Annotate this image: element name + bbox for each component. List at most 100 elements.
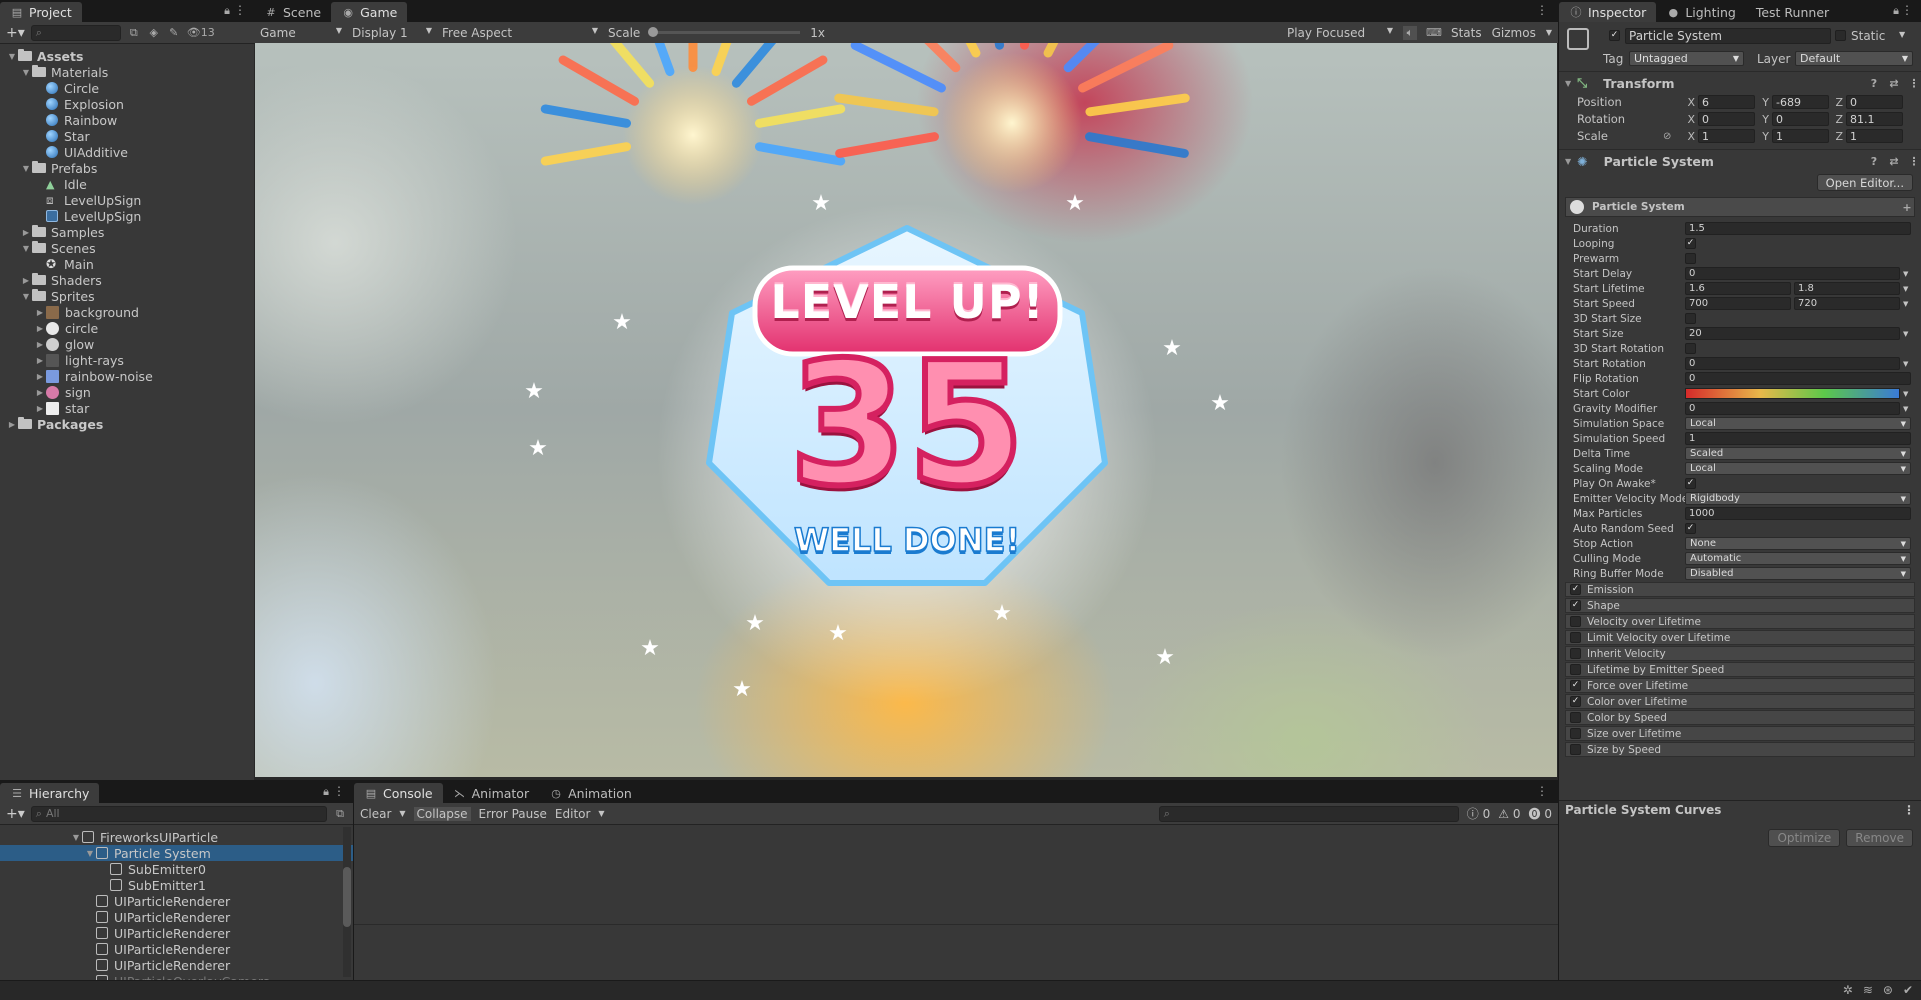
editor-dropdown[interactable]: Editor	[555, 807, 591, 821]
chevron-down-icon[interactable]: ▼	[20, 68, 32, 77]
ps-checkbox[interactable]	[1685, 253, 1696, 264]
transform-header[interactable]: ▼ ⤡ Transform ? ⇄ ⋮	[1559, 72, 1921, 94]
chevron-down-icon[interactable]: ▼	[20, 292, 32, 301]
rotation-y-field[interactable]: 0	[1772, 112, 1829, 126]
clear-button[interactable]: Clear	[360, 807, 391, 821]
hierarchy-item[interactable]: SubEmitter1	[0, 877, 353, 893]
ps-checkbox[interactable]	[1685, 313, 1696, 324]
curve-mode-dropdown-icon[interactable]: ▼	[1903, 405, 1911, 413]
position-z-field[interactable]: 0	[1846, 95, 1903, 109]
module-enable-checkbox[interactable]: ✓	[1570, 600, 1581, 611]
module-enable-checkbox[interactable]	[1570, 616, 1581, 627]
ps-value-field[interactable]: 0	[1685, 267, 1900, 280]
module-enable-checkbox[interactable]	[1570, 712, 1581, 723]
project-tree-item[interactable]: ▶ sign	[0, 384, 254, 400]
ps-module-header[interactable]: Inherit Velocity	[1565, 646, 1915, 661]
ps-value-field[interactable]: 720	[1794, 297, 1900, 310]
tab-lighting[interactable]: ● Lighting	[1656, 2, 1746, 22]
project-tree-item[interactable]: Rainbow	[0, 112, 254, 128]
rotation-z-field[interactable]: 81.1	[1846, 112, 1903, 126]
dropdown-arrow-icon[interactable]: ▼	[1899, 30, 1905, 39]
chevron-right-icon[interactable]: ▶	[20, 276, 32, 285]
module-enable-checkbox[interactable]: ✓	[1570, 680, 1581, 691]
ps-module-header[interactable]: Velocity over Lifetime	[1565, 614, 1915, 629]
ps-value-field[interactable]: 1000	[1685, 507, 1911, 520]
ps-module-header[interactable]: ✓ Emission	[1565, 582, 1915, 597]
module-enable-checkbox[interactable]	[1570, 632, 1581, 643]
ps-dropdown[interactable]: Scaled ▼	[1685, 447, 1911, 460]
particle-system-header[interactable]: ▼ ✺ Particle System ? ⇄ ⋮	[1559, 150, 1921, 172]
add-icon[interactable]: +▾	[6, 25, 25, 41]
hierarchy-item[interactable]: UIParticleRenderer	[0, 957, 353, 973]
project-tree-item[interactable]: Explosion	[0, 96, 254, 112]
project-tree-item[interactable]: ▶ light-rays	[0, 352, 254, 368]
tab-hierarchy[interactable]: ☰ Hierarchy	[0, 783, 100, 803]
help-icon[interactable]: ?	[1867, 154, 1881, 168]
ps-dropdown[interactable]: Local ▼	[1685, 417, 1911, 430]
console-log-area[interactable]	[354, 825, 1558, 925]
project-tree-item[interactable]: ▼ Sprites	[0, 288, 254, 304]
shortcuts-icon[interactable]: ⌨	[1426, 26, 1442, 40]
ps-dropdown[interactable]: Rigidbody ▼	[1685, 492, 1911, 505]
layer-dropdown[interactable]: Default ▼	[1795, 51, 1913, 66]
project-tree-item[interactable]: Circle	[0, 80, 254, 96]
tab-inspector[interactable]: ⓘ Inspector	[1559, 2, 1657, 22]
project-tree-item[interactable]: ▲ Idle	[0, 176, 254, 192]
project-tree-item[interactable]: Star	[0, 128, 254, 144]
ps-module-header[interactable]: Size by Speed	[1565, 742, 1915, 757]
ps-checkbox[interactable]	[1685, 343, 1696, 354]
chevron-down-icon[interactable]: ▼	[70, 833, 82, 842]
ps-value-field[interactable]: 1	[1685, 432, 1911, 445]
ps-dropdown[interactable]: None ▼	[1685, 537, 1911, 550]
tag-dropdown[interactable]: Untagged ▼	[1629, 51, 1744, 66]
active-checkbox[interactable]: ✓	[1609, 30, 1620, 41]
ps-value-field[interactable]: 1.5	[1685, 222, 1911, 235]
stats-button[interactable]: Stats	[1451, 26, 1482, 40]
tab-project[interactable]: ▤ Project	[0, 2, 82, 22]
remove-button[interactable]: Remove	[1846, 829, 1913, 847]
project-tree-item[interactable]: ▶ star	[0, 400, 254, 416]
ps-checkbox[interactable]: ✓	[1685, 478, 1696, 489]
module-enable-checkbox[interactable]: ✓	[1570, 584, 1581, 595]
console-search-input[interactable]: ⌕	[1158, 805, 1459, 822]
project-tree-item[interactable]: ▶ Shaders	[0, 272, 254, 288]
more-menu-icon[interactable]: ⋮	[1907, 76, 1921, 90]
preset-icon[interactable]: ⇄	[1887, 154, 1901, 168]
chevron-right-icon[interactable]: ▶	[34, 388, 46, 397]
help-icon[interactable]: ?	[1867, 76, 1881, 90]
ps-dropdown[interactable]: Local ▼	[1685, 462, 1911, 475]
play-focused-dropdown[interactable]: Play Focused ▼	[1287, 26, 1393, 40]
ps-dropdown[interactable]: Disabled ▼	[1685, 567, 1911, 580]
start-color-gradient[interactable]	[1685, 388, 1900, 399]
ps-value-field[interactable]: 1.8	[1794, 282, 1900, 295]
ps-module-header[interactable]: ✓ Color over Lifetime	[1565, 694, 1915, 709]
layers-icon[interactable]: ≋	[1863, 983, 1873, 997]
lock-icon[interactable]: 🔒︎	[1893, 4, 1899, 18]
display-dropdown[interactable]: Display 1 ▼	[352, 26, 432, 40]
game-mode-dropdown[interactable]: Game ▼	[260, 26, 342, 40]
game-viewport[interactable]: ★ ★ ★ ★ ★ ★ ★ ★ ★ ★ ★ ★ ★ LEVEL UP! 35 WELL DONE!	[255, 43, 1557, 777]
ps-dropdown[interactable]: Automatic ▼	[1685, 552, 1911, 565]
project-tree-item[interactable]: UIAdditive	[0, 144, 254, 160]
hierarchy-item[interactable]: UIParticleRenderer	[0, 893, 353, 909]
ps-module-header[interactable]: Size over Lifetime	[1565, 726, 1915, 741]
warning-count-toggle[interactable]: ⚠ 0	[1498, 807, 1520, 821]
dropdown-arrow-icon[interactable]: ▼	[1546, 28, 1552, 37]
scale-y-field[interactable]: 1	[1772, 129, 1829, 143]
chevron-right-icon[interactable]: ▶	[6, 420, 18, 429]
chevron-down-icon[interactable]: ▼	[20, 244, 32, 253]
star-filter-icon[interactable]: ✎	[167, 26, 181, 40]
hierarchy-item[interactable]: UIParticleRenderer	[0, 925, 353, 941]
lock-icon[interactable]: 🔒︎	[323, 785, 329, 799]
ps-checkbox[interactable]: ✓	[1685, 523, 1696, 534]
project-tree-item[interactable]: ▶ Packages	[0, 416, 254, 432]
rotation-x-field[interactable]: 0	[1698, 112, 1755, 126]
project-tree-item[interactable]: ▶ circle	[0, 320, 254, 336]
project-tree-item[interactable]: ✪ Main	[0, 256, 254, 272]
ps-module-header[interactable]: Limit Velocity over Lifetime	[1565, 630, 1915, 645]
project-search-input[interactable]: ⌕	[30, 24, 121, 41]
hierarchy-item[interactable]: UIParticleRenderer	[0, 941, 353, 957]
error-count-toggle[interactable]: ⓿ 0	[1529, 805, 1552, 822]
preset-icon[interactable]: ⇄	[1887, 76, 1901, 90]
main-module-header[interactable]: Particle System +	[1565, 197, 1915, 217]
